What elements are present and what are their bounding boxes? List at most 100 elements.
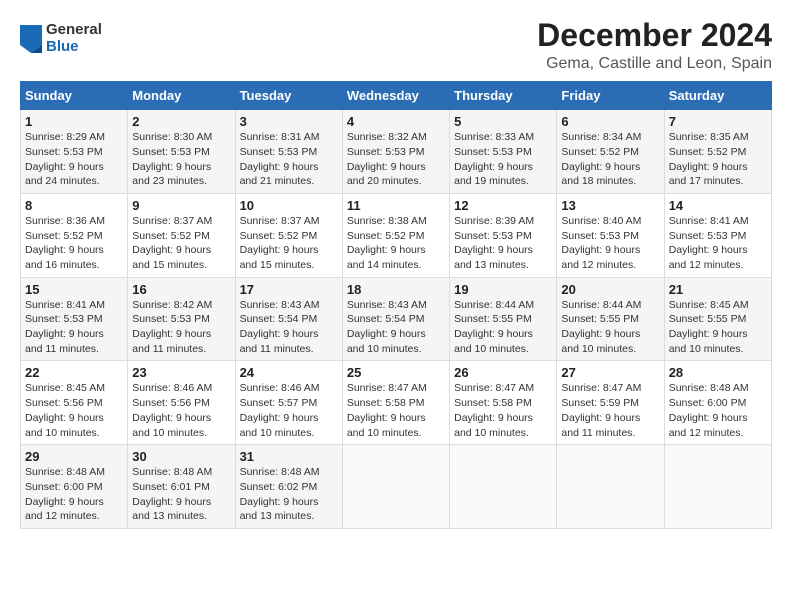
day-number: 15	[25, 282, 123, 297]
logo-text: General Blue	[46, 22, 102, 55]
day-detail: Sunrise: 8:43 AMSunset: 5:54 PMDaylight:…	[347, 298, 445, 357]
day-number: 20	[561, 282, 659, 297]
calendar-cell: 27Sunrise: 8:47 AMSunset: 5:59 PMDayligh…	[557, 361, 664, 445]
calendar-cell	[557, 445, 664, 529]
calendar-cell: 2Sunrise: 8:30 AMSunset: 5:53 PMDaylight…	[128, 110, 235, 194]
logo: General Blue	[20, 22, 102, 55]
day-detail: Sunrise: 8:30 AMSunset: 5:53 PMDaylight:…	[132, 130, 230, 189]
day-number: 24	[240, 365, 338, 380]
day-number: 8	[25, 198, 123, 213]
calendar-cell	[450, 445, 557, 529]
calendar-cell: 1Sunrise: 8:29 AMSunset: 5:53 PMDaylight…	[21, 110, 128, 194]
day-detail: Sunrise: 8:36 AMSunset: 5:52 PMDaylight:…	[25, 214, 123, 273]
day-number: 5	[454, 114, 552, 129]
day-detail: Sunrise: 8:48 AMSunset: 6:01 PMDaylight:…	[132, 465, 230, 524]
calendar-cell: 5Sunrise: 8:33 AMSunset: 5:53 PMDaylight…	[450, 110, 557, 194]
calendar-cell: 30Sunrise: 8:48 AMSunset: 6:01 PMDayligh…	[128, 445, 235, 529]
day-detail: Sunrise: 8:34 AMSunset: 5:52 PMDaylight:…	[561, 130, 659, 189]
calendar-cell: 25Sunrise: 8:47 AMSunset: 5:58 PMDayligh…	[342, 361, 449, 445]
day-detail: Sunrise: 8:32 AMSunset: 5:53 PMDaylight:…	[347, 130, 445, 189]
calendar-cell: 31Sunrise: 8:48 AMSunset: 6:02 PMDayligh…	[235, 445, 342, 529]
day-detail: Sunrise: 8:44 AMSunset: 5:55 PMDaylight:…	[454, 298, 552, 357]
col-wednesday: Wednesday	[342, 82, 449, 110]
day-detail: Sunrise: 8:39 AMSunset: 5:53 PMDaylight:…	[454, 214, 552, 273]
calendar-cell: 3Sunrise: 8:31 AMSunset: 5:53 PMDaylight…	[235, 110, 342, 194]
calendar-cell: 18Sunrise: 8:43 AMSunset: 5:54 PMDayligh…	[342, 277, 449, 361]
header-row: Sunday Monday Tuesday Wednesday Thursday…	[21, 82, 772, 110]
day-number: 4	[347, 114, 445, 129]
day-number: 3	[240, 114, 338, 129]
day-number: 30	[132, 449, 230, 464]
page: General Blue December 2024 Gema, Castill…	[0, 0, 792, 541]
calendar-cell: 16Sunrise: 8:42 AMSunset: 5:53 PMDayligh…	[128, 277, 235, 361]
header: General Blue December 2024 Gema, Castill…	[20, 18, 772, 73]
day-number: 19	[454, 282, 552, 297]
subtitle: Gema, Castille and Leon, Spain	[537, 55, 772, 73]
day-number: 9	[132, 198, 230, 213]
col-sunday: Sunday	[21, 82, 128, 110]
calendar-cell: 8Sunrise: 8:36 AMSunset: 5:52 PMDaylight…	[21, 193, 128, 277]
col-monday: Monday	[128, 82, 235, 110]
calendar-cell: 17Sunrise: 8:43 AMSunset: 5:54 PMDayligh…	[235, 277, 342, 361]
calendar-cell: 6Sunrise: 8:34 AMSunset: 5:52 PMDaylight…	[557, 110, 664, 194]
calendar-cell: 12Sunrise: 8:39 AMSunset: 5:53 PMDayligh…	[450, 193, 557, 277]
calendar-body: 1Sunrise: 8:29 AMSunset: 5:53 PMDaylight…	[21, 110, 772, 529]
calendar-cell: 14Sunrise: 8:41 AMSunset: 5:53 PMDayligh…	[664, 193, 771, 277]
day-number: 16	[132, 282, 230, 297]
day-detail: Sunrise: 8:47 AMSunset: 5:59 PMDaylight:…	[561, 381, 659, 440]
day-number: 11	[347, 198, 445, 213]
day-detail: Sunrise: 8:35 AMSunset: 5:52 PMDaylight:…	[669, 130, 767, 189]
day-number: 14	[669, 198, 767, 213]
calendar-header: Sunday Monday Tuesday Wednesday Thursday…	[21, 82, 772, 110]
day-detail: Sunrise: 8:44 AMSunset: 5:55 PMDaylight:…	[561, 298, 659, 357]
col-friday: Friday	[557, 82, 664, 110]
day-detail: Sunrise: 8:37 AMSunset: 5:52 PMDaylight:…	[132, 214, 230, 273]
day-number: 26	[454, 365, 552, 380]
day-number: 27	[561, 365, 659, 380]
day-detail: Sunrise: 8:45 AMSunset: 5:55 PMDaylight:…	[669, 298, 767, 357]
day-detail: Sunrise: 8:41 AMSunset: 5:53 PMDaylight:…	[25, 298, 123, 357]
calendar-cell: 4Sunrise: 8:32 AMSunset: 5:53 PMDaylight…	[342, 110, 449, 194]
day-detail: Sunrise: 8:29 AMSunset: 5:53 PMDaylight:…	[25, 130, 123, 189]
day-number: 17	[240, 282, 338, 297]
day-detail: Sunrise: 8:48 AMSunset: 6:00 PMDaylight:…	[25, 465, 123, 524]
calendar-cell: 26Sunrise: 8:47 AMSunset: 5:58 PMDayligh…	[450, 361, 557, 445]
calendar-week-3: 15Sunrise: 8:41 AMSunset: 5:53 PMDayligh…	[21, 277, 772, 361]
calendar-cell: 28Sunrise: 8:48 AMSunset: 6:00 PMDayligh…	[664, 361, 771, 445]
calendar-cell	[342, 445, 449, 529]
day-detail: Sunrise: 8:46 AMSunset: 5:56 PMDaylight:…	[132, 381, 230, 440]
col-saturday: Saturday	[664, 82, 771, 110]
calendar-cell: 24Sunrise: 8:46 AMSunset: 5:57 PMDayligh…	[235, 361, 342, 445]
calendar-week-4: 22Sunrise: 8:45 AMSunset: 5:56 PMDayligh…	[21, 361, 772, 445]
day-number: 28	[669, 365, 767, 380]
calendar-cell: 9Sunrise: 8:37 AMSunset: 5:52 PMDaylight…	[128, 193, 235, 277]
main-title: December 2024	[537, 18, 772, 53]
day-detail: Sunrise: 8:48 AMSunset: 6:00 PMDaylight:…	[669, 381, 767, 440]
day-number: 13	[561, 198, 659, 213]
day-number: 6	[561, 114, 659, 129]
col-thursday: Thursday	[450, 82, 557, 110]
calendar-cell: 19Sunrise: 8:44 AMSunset: 5:55 PMDayligh…	[450, 277, 557, 361]
calendar: Sunday Monday Tuesday Wednesday Thursday…	[20, 81, 772, 529]
calendar-cell: 21Sunrise: 8:45 AMSunset: 5:55 PMDayligh…	[664, 277, 771, 361]
day-number: 7	[669, 114, 767, 129]
calendar-cell: 22Sunrise: 8:45 AMSunset: 5:56 PMDayligh…	[21, 361, 128, 445]
calendar-cell: 20Sunrise: 8:44 AMSunset: 5:55 PMDayligh…	[557, 277, 664, 361]
day-detail: Sunrise: 8:42 AMSunset: 5:53 PMDaylight:…	[132, 298, 230, 357]
day-detail: Sunrise: 8:47 AMSunset: 5:58 PMDaylight:…	[454, 381, 552, 440]
day-number: 23	[132, 365, 230, 380]
day-number: 21	[669, 282, 767, 297]
day-detail: Sunrise: 8:45 AMSunset: 5:56 PMDaylight:…	[25, 381, 123, 440]
day-detail: Sunrise: 8:43 AMSunset: 5:54 PMDaylight:…	[240, 298, 338, 357]
day-detail: Sunrise: 8:48 AMSunset: 6:02 PMDaylight:…	[240, 465, 338, 524]
calendar-cell: 7Sunrise: 8:35 AMSunset: 5:52 PMDaylight…	[664, 110, 771, 194]
day-detail: Sunrise: 8:47 AMSunset: 5:58 PMDaylight:…	[347, 381, 445, 440]
calendar-cell: 11Sunrise: 8:38 AMSunset: 5:52 PMDayligh…	[342, 193, 449, 277]
logo-icon	[20, 25, 42, 53]
logo-general-text: General	[46, 22, 102, 39]
day-detail: Sunrise: 8:41 AMSunset: 5:53 PMDaylight:…	[669, 214, 767, 273]
day-detail: Sunrise: 8:37 AMSunset: 5:52 PMDaylight:…	[240, 214, 338, 273]
calendar-cell	[664, 445, 771, 529]
day-number: 12	[454, 198, 552, 213]
calendar-week-1: 1Sunrise: 8:29 AMSunset: 5:53 PMDaylight…	[21, 110, 772, 194]
